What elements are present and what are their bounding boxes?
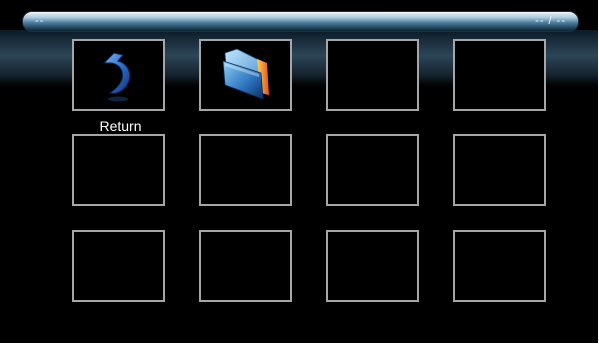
- grid-item-empty[interactable]: [326, 39, 419, 111]
- grid-item-empty[interactable]: [199, 134, 292, 206]
- grid-item-empty[interactable]: [72, 230, 165, 302]
- grid-item-empty[interactable]: [453, 134, 546, 206]
- folder-icon: [222, 48, 269, 100]
- grid-item-empty[interactable]: [453, 39, 546, 111]
- path-bar: -- -- / --: [22, 11, 579, 32]
- grid-item-empty[interactable]: [199, 230, 292, 302]
- grid-item-empty[interactable]: [326, 134, 419, 206]
- grid-item-empty[interactable]: [72, 134, 165, 206]
- return-arrow-icon: [102, 52, 131, 102]
- grid-item-folder[interactable]: [199, 39, 292, 111]
- current-path: --: [35, 15, 45, 27]
- grid-item-empty[interactable]: [453, 230, 546, 302]
- page-counter: -- / --: [535, 15, 566, 27]
- media-browser-screen: -- -- / -- Return: [0, 0, 599, 344]
- grid-item-return[interactable]: Return: [72, 39, 165, 134]
- grid-item-label: Return: [99, 118, 142, 134]
- grid-item-empty[interactable]: [326, 230, 419, 302]
